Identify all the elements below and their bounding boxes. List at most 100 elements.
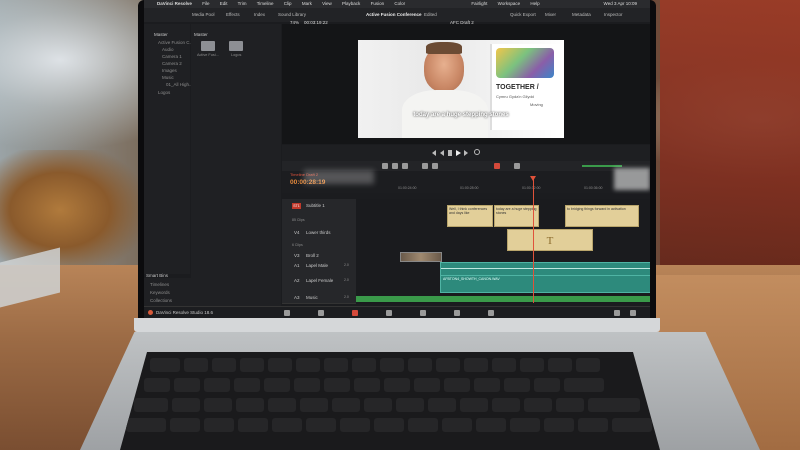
smart-bin-keywords[interactable]: Keywords [150,290,170,295]
key[interactable] [524,398,552,412]
key[interactable] [238,418,268,432]
media-page-icon[interactable] [284,310,290,316]
video-frame[interactable]: TOGETHER / Cymru Gyda'n Gilydd Moving to… [358,40,564,138]
metadata-button[interactable]: Metadata [572,8,591,22]
key[interactable] [408,418,438,432]
track-header-a3[interactable]: A3 Music 2.0 [282,293,356,304]
key[interactable] [174,378,200,392]
marker-icon[interactable] [514,163,520,169]
trim-tool-icon[interactable] [392,163,398,169]
key[interactable] [204,398,232,412]
reverse-play-icon[interactable] [440,150,444,156]
selection-tool-icon[interactable] [382,163,388,169]
music-clip[interactable] [356,296,650,302]
menu-workspace[interactable]: Workspace [498,1,520,6]
key[interactable] [474,378,500,392]
key[interactable] [332,398,360,412]
key[interactable] [442,418,472,432]
key[interactable] [576,358,600,372]
key[interactable] [460,398,488,412]
key[interactable] [204,418,234,432]
audio-clip-a1[interactable] [440,262,650,276]
edit-page-icon[interactable] [352,310,358,316]
key[interactable] [340,418,370,432]
bin-item[interactable]: 01_All High... [166,82,193,87]
color-page-icon[interactable] [420,310,426,316]
key[interactable] [578,418,608,432]
key[interactable] [444,378,470,392]
inspector-button[interactable]: Inspector [604,8,623,22]
playhead-handle[interactable] [530,176,536,181]
key[interactable] [374,418,404,432]
index-button[interactable]: Index [254,8,265,22]
bin-item[interactable]: Music [162,75,174,80]
key[interactable] [504,378,530,392]
key[interactable] [272,418,302,432]
key[interactable] [240,358,264,372]
key[interactable] [492,358,516,372]
menu-view[interactable]: View [322,1,332,6]
key[interactable] [294,378,320,392]
key[interactable] [170,418,200,432]
key[interactable] [306,418,336,432]
key[interactable] [212,358,236,372]
key[interactable] [172,398,200,412]
bin-item[interactable]: Logos [158,90,170,95]
quick-export-button[interactable]: Quick Export [510,8,536,22]
smart-bin-timelines[interactable]: Timelines [150,282,169,287]
key[interactable] [134,398,168,412]
smart-bin-collections[interactable]: Collections [150,298,172,303]
key[interactable] [364,398,392,412]
loop-icon[interactable] [474,149,480,155]
menu-edit[interactable]: Edit [220,1,228,6]
key[interactable] [354,378,380,392]
flag-icon[interactable] [494,163,500,169]
prev-icon[interactable] [432,150,436,156]
play-icon[interactable] [456,150,461,156]
blade-tool-icon[interactable] [402,163,408,169]
key[interactable] [612,418,652,432]
fairlight-page-icon[interactable] [454,310,460,316]
menu-playback[interactable]: Playback [342,1,360,6]
bin-item[interactable]: Camera 1 [162,54,182,59]
key[interactable] [144,378,170,392]
key[interactable] [324,358,348,372]
snap-icon[interactable] [422,163,428,169]
bin-item[interactable]: Camera 2 [162,61,182,66]
folder-icon[interactable] [201,41,215,51]
key[interactable] [588,398,640,412]
subtitle-clip[interactable]: Well, I think conferences and days like [447,205,493,227]
key[interactable] [396,398,424,412]
media-pool-button[interactable]: Media Pool [192,8,215,22]
track-header-subtitle[interactable]: ST1 Subtitle 1 85 Clips [282,199,356,228]
track-header-a1[interactable]: A1 Lapel Male 2.0 [282,261,356,276]
key[interactable] [428,398,456,412]
key[interactable] [324,378,350,392]
key[interactable] [264,378,290,392]
key[interactable] [384,378,410,392]
menu-file[interactable]: File [202,1,209,6]
key[interactable] [150,358,180,372]
key[interactable] [548,358,572,372]
fusion-page-icon[interactable] [386,310,392,316]
menu-mark[interactable]: Mark [302,1,312,6]
key[interactable] [492,398,520,412]
next-icon[interactable] [464,150,468,156]
menu-clip[interactable]: Clip [284,1,292,6]
key[interactable] [268,398,296,412]
effects-button[interactable]: Effects [226,8,240,22]
menu-help[interactable]: Help [530,1,539,6]
key[interactable] [126,418,166,432]
link-icon[interactable] [432,163,438,169]
title-clip[interactable]: T [507,229,593,251]
key[interactable] [564,378,604,392]
playhead[interactable] [533,178,534,303]
key[interactable] [268,358,292,372]
track-header-a2[interactable]: A2 Lapel Female 2.0 [282,275,356,294]
key[interactable] [520,358,544,372]
key[interactable] [380,358,404,372]
audio-clip-a2[interactable]: AFBTON4_SHOWTH_CANON.WAV [440,275,650,293]
key[interactable] [184,358,208,372]
menu-timeline[interactable]: Timeline [257,1,274,6]
key[interactable] [300,398,328,412]
